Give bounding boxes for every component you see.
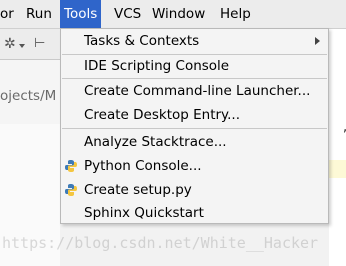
menu-help[interactable]: Help [216, 0, 255, 28]
project-toolbar: ✲ ⊢ [0, 29, 60, 60]
python-icon [65, 184, 77, 196]
menu-item-ide-scripting-console[interactable]: IDE Scripting Console [61, 54, 328, 78]
project-path: ojects/M [0, 88, 57, 104]
tools-menu-dropdown: Tasks & Contexts IDE Scripting Console C… [60, 28, 329, 224]
menu-item-label: Tasks & Contexts [84, 33, 200, 49]
menu-item-label: IDE Scripting Console [84, 58, 230, 74]
menu-operation[interactable]: or [0, 0, 18, 28]
chevron-right-icon [315, 37, 320, 45]
menu-vcs[interactable]: VCS [110, 0, 145, 28]
menu-item-create-setup-py[interactable]: Create setup.py [61, 178, 328, 202]
menu-item-command-line-launcher[interactable]: Create Command-line Launcher... [61, 79, 328, 103]
menu-separator [62, 128, 327, 129]
menu-label: Window [152, 6, 206, 22]
menu-label: or [0, 6, 14, 22]
menu-item-label: Analyze Stacktrace... [84, 134, 227, 150]
menu-item-label: Create setup.py [84, 182, 192, 198]
menu-window[interactable]: Window [148, 0, 209, 28]
gear-icon[interactable]: ✲ [4, 35, 25, 53]
editor-area[interactable] [329, 29, 346, 266]
menu-tools[interactable]: Tools [60, 0, 102, 28]
python-icon [65, 160, 77, 172]
menu-item-sphinx-quickstart[interactable]: Sphinx Quickstart [61, 201, 328, 225]
menu-item-analyze-stacktrace[interactable]: Analyze Stacktrace... [61, 130, 328, 154]
project-path-bar: ojects/M [0, 60, 61, 124]
menu-item-tasks-contexts[interactable]: Tasks & Contexts [61, 29, 328, 53]
menu-label: Help [220, 6, 251, 22]
watermark: https://blog.csdn.net/White__Hacker [2, 234, 319, 252]
menu-label: Tools [64, 6, 98, 22]
menu-item-label: Create Command-line Launcher... [84, 83, 311, 99]
menu-bar: or Run Tools VCS Window Help [0, 0, 346, 29]
menu-item-python-console[interactable]: Python Console... [61, 154, 328, 178]
menu-item-label: Sphinx Quickstart [84, 205, 204, 221]
menu-label: Run [26, 6, 52, 22]
menu-item-desktop-entry[interactable]: Create Desktop Entry... [61, 103, 328, 127]
menu-run[interactable]: Run [22, 0, 56, 28]
menu-item-label: Python Console... [84, 158, 202, 174]
menu-label: VCS [114, 6, 142, 22]
editor-line-highlight [329, 160, 346, 178]
collapse-icon[interactable]: ⊢ [34, 35, 50, 53]
menu-item-label: Create Desktop Entry... [84, 107, 240, 123]
